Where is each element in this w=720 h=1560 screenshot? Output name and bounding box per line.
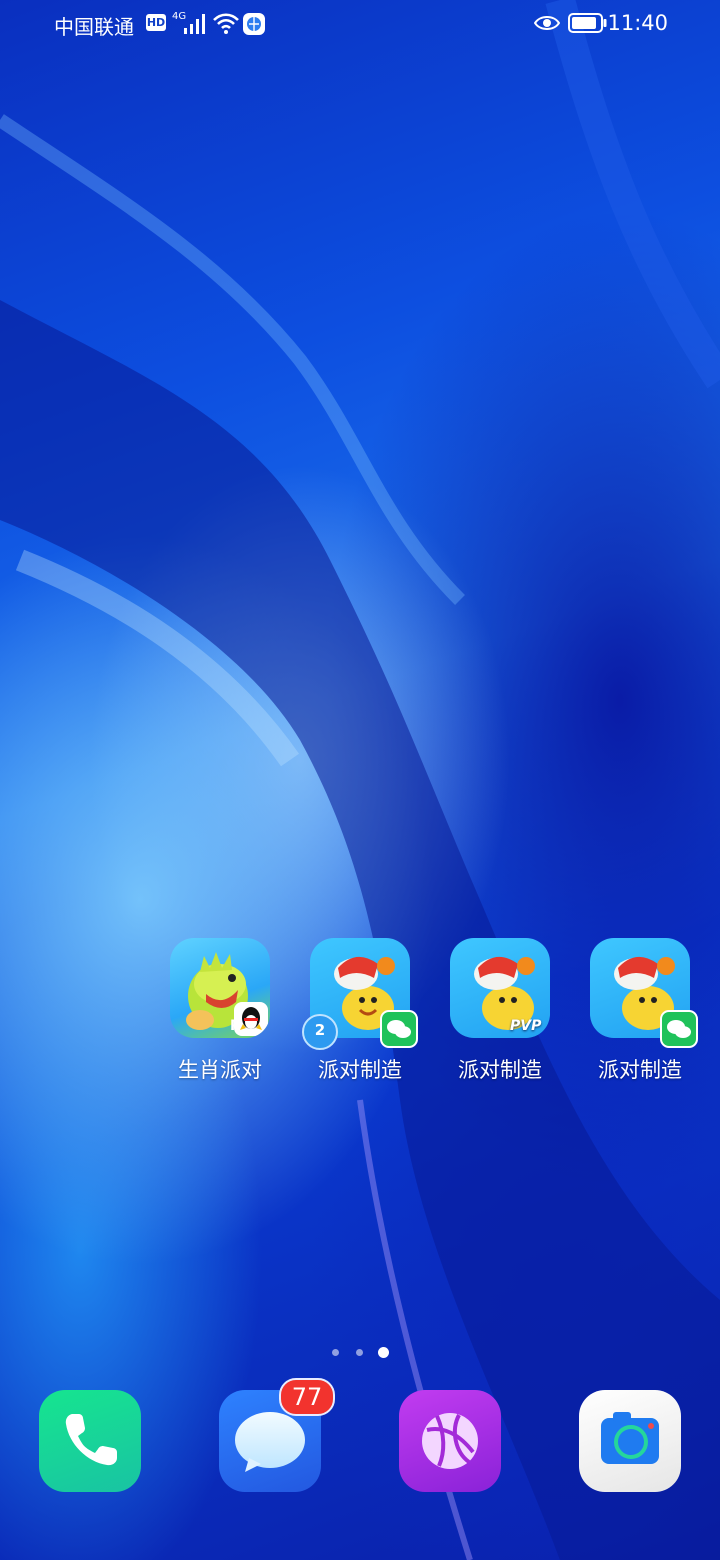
- page-indicator[interactable]: [332, 1346, 392, 1358]
- page-dot-active[interactable]: [378, 1347, 389, 1358]
- clone-badge-number: 2: [314, 1021, 326, 1039]
- clone-badge-icon: 2: [302, 1014, 338, 1050]
- app-label: 派对制造: [458, 1058, 542, 1082]
- camera-app[interactable]: [579, 1390, 681, 1492]
- app-corner-label: P: [230, 1018, 241, 1034]
- wallpaper: [0, 0, 720, 1560]
- app-label: 派对制造: [598, 1058, 682, 1082]
- phone-app[interactable]: [39, 1390, 141, 1492]
- vpn-icon: [243, 13, 265, 35]
- app-label: 派对制造: [318, 1058, 402, 1082]
- home-screen: { "status_bar": { "carrier": "中国联通", "hd…: [0, 0, 720, 1560]
- unread-count-badge: 77: [279, 1378, 335, 1416]
- signal-icon: [184, 14, 205, 34]
- camera-icon: [601, 1412, 659, 1464]
- shengxiao-party-icon: P: [170, 938, 270, 1038]
- eye-icon: [534, 16, 560, 30]
- app-label: 生肖派对: [178, 1058, 262, 1082]
- wifi-icon: [213, 13, 239, 34]
- browser-app[interactable]: [399, 1390, 501, 1492]
- party-maker-icon: PVP: [450, 938, 550, 1038]
- page-dot[interactable]: [332, 1349, 339, 1356]
- battery-icon: [568, 13, 607, 33]
- clock: 11:40: [607, 11, 668, 35]
- wechat-icon: [660, 1010, 698, 1048]
- status-bar: 中国联通 HD 4G 11:40: [0, 0, 720, 50]
- wechat-icon: [380, 1010, 418, 1048]
- carrier-label: 中国联通: [54, 15, 134, 39]
- hd-icon: HD: [146, 14, 166, 31]
- browser-icon: [422, 1413, 478, 1469]
- pvp-label: PVP: [510, 1018, 542, 1034]
- phone-icon: [65, 1414, 117, 1466]
- page-dot[interactable]: [356, 1349, 363, 1356]
